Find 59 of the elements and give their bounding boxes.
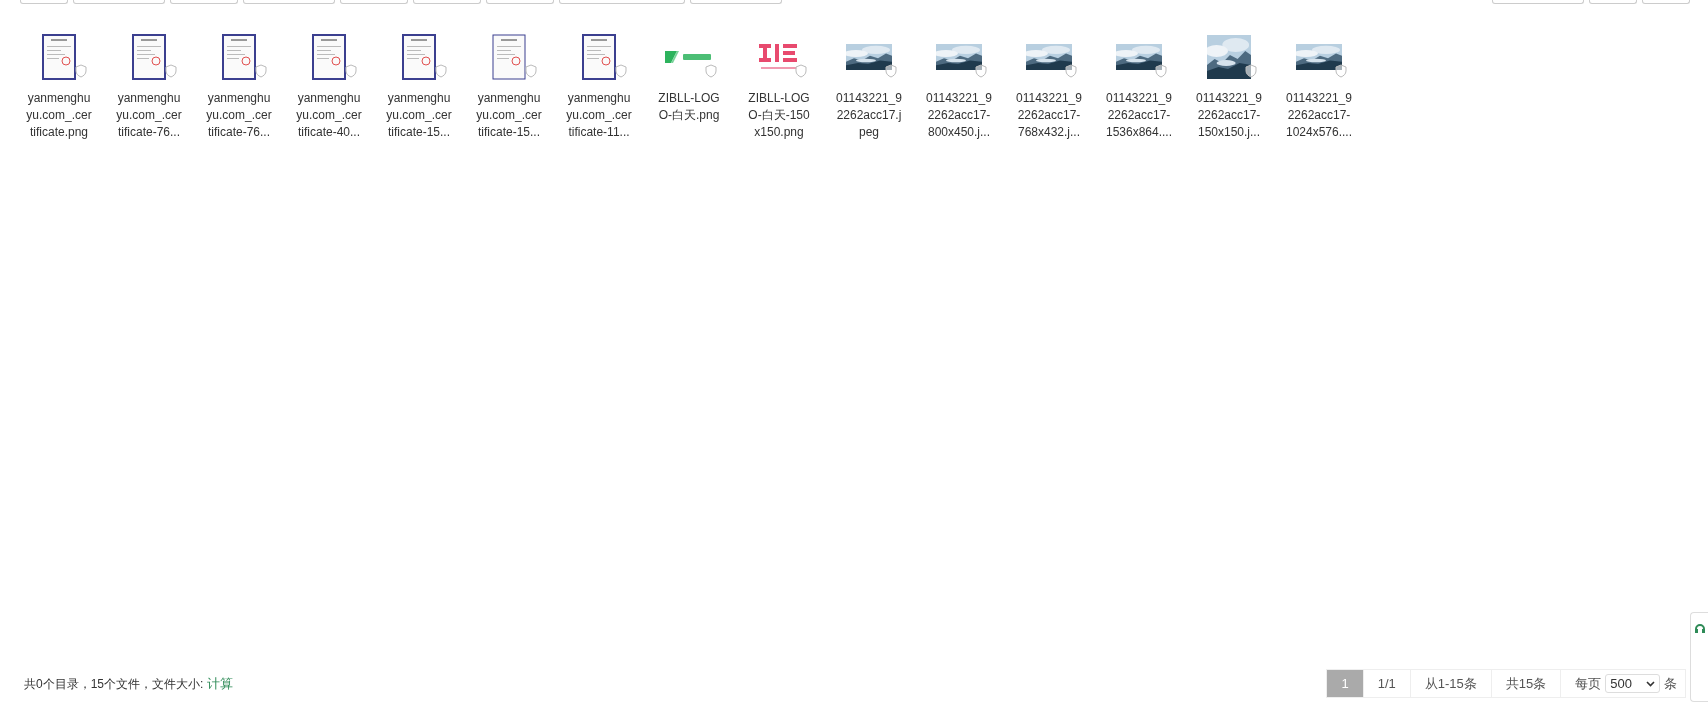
toolbar-button[interactable] [73, 0, 165, 4]
file-name[interactable]: 01143221_9 2262acc17- 1536x864.... [1105, 90, 1173, 141]
certificate-icon [42, 34, 76, 80]
toolbar-button[interactable] [413, 0, 481, 4]
file-name[interactable]: ZIBLL-LOG O-白天.png [658, 90, 720, 124]
toolbar-button[interactable] [170, 0, 238, 4]
shield-icon [975, 64, 987, 78]
file-name[interactable]: 01143221_9 2262acc17- 800x450.j... [926, 90, 992, 141]
file-name[interactable]: 01143221_9 2262acc17- 150x150.j... [1196, 90, 1262, 141]
item-range: 从1-15条 [1410, 670, 1492, 697]
shield-icon [525, 64, 537, 78]
toolbar-button[interactable] [340, 0, 408, 4]
per-page-unit: 条 [1664, 674, 1677, 693]
toolbar-button[interactable] [1492, 0, 1584, 4]
shield-icon [1245, 64, 1257, 78]
per-page-select[interactable]: 500 [1605, 674, 1660, 693]
shield-icon [345, 64, 357, 78]
shield-icon [1065, 64, 1077, 78]
shield-icon [1335, 64, 1347, 78]
file-name[interactable]: yanmenghu yu.com_.cer tificate-11... [566, 90, 632, 141]
shield-icon [255, 64, 267, 78]
item-total: 共15条 [1491, 670, 1562, 697]
shield-icon [435, 64, 447, 78]
file-name[interactable]: yanmenghu yu.com_.cer tificate-15... [386, 90, 452, 141]
support-widget[interactable] [1690, 612, 1708, 702]
certificate-icon [582, 34, 616, 80]
certificate-icon [402, 34, 436, 80]
certificate-icon [132, 34, 166, 80]
shield-icon [795, 64, 807, 78]
chevron-down-icon [1646, 680, 1655, 687]
calculate-link[interactable]: 计算 [207, 675, 234, 691]
per-page-label: 每页 [1575, 674, 1602, 693]
shield-icon [615, 64, 627, 78]
certificate-icon [312, 34, 346, 80]
file-name[interactable]: ZIBLL-LOG O-白天-150 x150.png [748, 90, 810, 141]
shield-icon [165, 64, 177, 78]
shield-icon [885, 64, 897, 78]
file-name[interactable]: yanmenghu yu.com_.cer tificate-40... [296, 90, 362, 141]
file-name[interactable]: 01143221_9 2262acc17- 1024x576.... [1285, 90, 1353, 141]
file-summary: 共0个目录，15个文件，文件大小: [24, 676, 204, 691]
certificate-icon [222, 34, 256, 80]
file-name[interactable]: yanmenghu yu.com_.cer tificate.png [26, 90, 92, 141]
page-count: 1/1 [1363, 670, 1411, 697]
shield-icon [705, 64, 717, 78]
shield-icon [1155, 64, 1167, 78]
toolbar-button[interactable] [243, 0, 335, 4]
toolbar-button[interactable] [20, 0, 68, 4]
shield-icon [75, 64, 87, 78]
toolbar-button[interactable] [1589, 0, 1637, 4]
toolbar-button[interactable] [690, 0, 782, 4]
file-name[interactable]: yanmenghu yu.com_.cer tificate-15... [476, 90, 542, 141]
toolbar-button[interactable] [559, 0, 685, 4]
toolbar-button[interactable] [486, 0, 554, 4]
headset-icon [1693, 623, 1706, 635]
file-name[interactable]: 01143221_9 2262acc17.j peg [836, 90, 902, 141]
toolbar-button[interactable] [1642, 0, 1690, 4]
file-name[interactable]: 01143221_9 2262acc17- 768x432.j... [1016, 90, 1082, 141]
file-name[interactable]: yanmenghu yu.com_.cer tificate-76... [206, 90, 272, 141]
file-name[interactable]: yanmenghu yu.com_.cer tificate-76... [116, 90, 182, 141]
